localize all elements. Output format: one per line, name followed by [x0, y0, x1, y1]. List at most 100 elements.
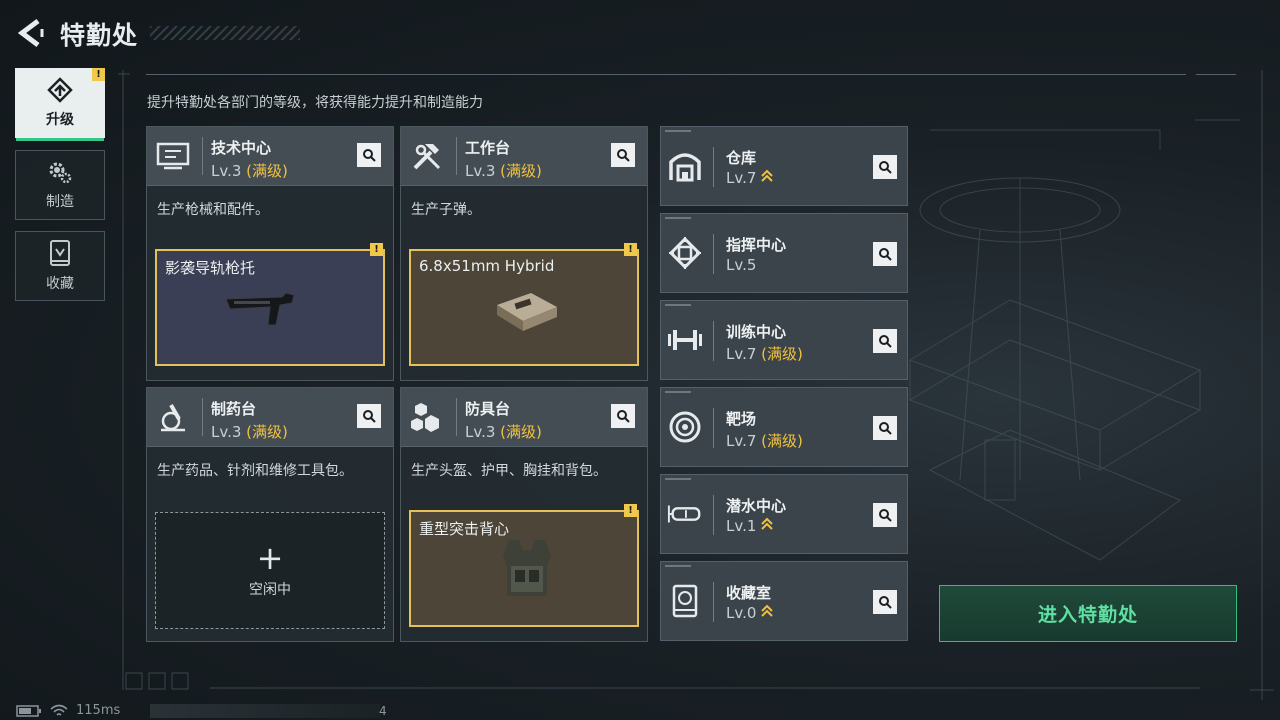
nav-tab-collection[interactable]: 收藏 — [15, 231, 105, 301]
card-header: 制药台 Lv.3 (满级) — [147, 388, 393, 447]
inspect-button[interactable] — [873, 155, 897, 179]
search-icon — [879, 509, 892, 522]
alert-badge: ! — [624, 504, 637, 517]
gears-icon — [49, 162, 72, 184]
facility-card-diving-center[interactable]: 潜水中心 Lv.1 — [660, 474, 908, 554]
vault-icon — [50, 240, 70, 266]
facility-name: 工作台 — [465, 139, 511, 157]
inspect-button[interactable] — [357, 404, 381, 428]
status-progress — [150, 704, 380, 718]
card-header: 技术中心 Lv.3 (满级) — [147, 127, 393, 186]
upgrade-available-icon — [761, 517, 774, 530]
facility-card-warehouse[interactable]: 仓库 Lv.7 — [660, 126, 908, 206]
item-name: 重型突击背心 — [419, 520, 510, 538]
card-header: 工作台 Lv.3 (满级) — [401, 127, 647, 186]
search-icon — [363, 410, 376, 423]
enter-button[interactable]: 进入特勤处 — [939, 585, 1237, 642]
search-icon — [879, 335, 892, 348]
facility-description: 生产子弹。 — [411, 202, 481, 218]
card-header: 防具台 Lv.3 (满级) — [401, 388, 647, 447]
inspect-button[interactable] — [873, 416, 897, 440]
search-icon — [617, 149, 630, 162]
inspect-button[interactable] — [611, 143, 635, 167]
upgrade-icon — [47, 77, 73, 103]
facility-level: Lv.1 — [726, 517, 774, 535]
back-arrow-icon — [17, 19, 44, 47]
alert-badge: ! — [624, 243, 637, 256]
facility-name: 仓库 — [726, 149, 757, 167]
dumbbell-icon — [667, 323, 703, 357]
facility-card-training-center[interactable]: 训练中心 Lv.7 (满级) — [660, 300, 908, 380]
ammo-box-image — [497, 293, 557, 331]
inspect-button[interactable] — [873, 590, 897, 614]
facility-card-tech-center[interactable]: 技术中心 Lv.3 (满级) 生产枪械和配件。 影袭导轨枪托 ! — [146, 126, 394, 381]
facility-name: 制药台 — [211, 400, 257, 418]
nav-tab-upgrade[interactable]: 升级 ! — [15, 68, 105, 141]
nav-label: 制造 — [46, 194, 74, 210]
facility-level: Lv.3 (满级) — [465, 162, 542, 180]
search-icon — [879, 248, 892, 261]
facility-card-collection-room[interactable]: 收藏室 Lv.0 — [660, 561, 908, 641]
blocks-icon — [409, 400, 445, 434]
facility-name: 防具台 — [465, 400, 511, 418]
target-icon — [667, 410, 703, 444]
wifi-icon — [50, 704, 68, 716]
title-decoration — [150, 26, 300, 40]
facility-name: 技术中心 — [211, 139, 272, 157]
divider — [1196, 74, 1236, 75]
page-title: 特勤处 — [60, 21, 139, 50]
facility-name: 收藏室 — [726, 584, 772, 602]
search-icon — [617, 410, 630, 423]
production-slot[interactable]: 6.8x51mm Hybrid ! — [409, 243, 639, 366]
search-icon — [363, 149, 376, 162]
inspect-button[interactable] — [873, 503, 897, 527]
battery-icon — [16, 704, 41, 717]
facility-card-pharmacy[interactable]: 制药台 Lv.3 (满级) 生产药品、针剂和维修工具包。 + 空闲中 — [146, 387, 394, 642]
facility-name: 潜水中心 — [726, 497, 787, 515]
chip-icon — [667, 236, 703, 270]
facility-card-shooting-range[interactable]: 靶场 Lv.7 (满级) — [660, 387, 908, 467]
alert-badge: ! — [92, 68, 105, 81]
warehouse-icon — [667, 149, 703, 183]
inspect-button[interactable] — [357, 143, 381, 167]
production-slot[interactable]: 影袭导轨枪托 ! — [155, 243, 385, 366]
facility-name: 指挥中心 — [726, 236, 787, 254]
facility-card-workbench[interactable]: 工作台 Lv.3 (满级) 生产子弹。 6.8x51mm Hybrid ! — [400, 126, 648, 381]
facility-description: 生产头盔、护甲、胸挂和背包。 — [411, 463, 607, 479]
nav-label: 收藏 — [46, 276, 74, 292]
search-icon — [879, 161, 892, 174]
computer-icon — [155, 139, 191, 173]
nav-tab-craft[interactable]: 制造 — [15, 150, 105, 220]
facility-name: 靶场 — [726, 410, 757, 428]
upgrade-available-icon — [761, 169, 774, 182]
ping-value: 115ms — [76, 703, 121, 718]
facility-card-command-center[interactable]: 指挥中心 Lv.5 — [660, 213, 908, 293]
facility-level: Lv.7 — [726, 169, 774, 187]
add-icon: + — [256, 538, 284, 577]
vault-icon — [667, 584, 703, 618]
nav-label: 升级 — [46, 112, 74, 128]
upgrade-available-icon — [761, 604, 774, 617]
inspect-button[interactable] — [611, 404, 635, 428]
page-subtitle: 提升特勤处各部门的等级，将获得能力提升和制造能力 — [147, 95, 483, 111]
inspect-button[interactable] — [873, 329, 897, 353]
alert-badge: ! — [370, 243, 383, 256]
inspect-button[interactable] — [873, 242, 897, 266]
facility-name: 训练中心 — [726, 323, 787, 341]
status-count: 4 — [379, 704, 387, 718]
item-name: 影袭导轨枪托 — [165, 259, 256, 277]
facility-card-armor-bench[interactable]: 防具台 Lv.3 (满级) 生产头盔、护甲、胸挂和背包。 重型突击背心 ! — [400, 387, 648, 642]
production-slot[interactable]: 重型突击背心 ! — [409, 504, 639, 627]
search-icon — [879, 596, 892, 609]
facility-level: Lv.5 — [726, 256, 757, 274]
idle-label: 空闲中 — [249, 581, 291, 598]
back-button[interactable] — [14, 16, 48, 50]
facility-description: 生产药品、针剂和维修工具包。 — [157, 463, 353, 479]
facility-level: Lv.7 (满级) — [726, 432, 803, 450]
vest-image — [503, 540, 551, 596]
facility-level: Lv.7 (满级) — [726, 345, 803, 363]
facility-level: Lv.3 (满级) — [211, 423, 288, 441]
item-name: 6.8x51mm Hybrid — [419, 257, 555, 275]
search-icon — [879, 422, 892, 435]
empty-production-slot[interactable]: + 空闲中 — [155, 512, 385, 629]
